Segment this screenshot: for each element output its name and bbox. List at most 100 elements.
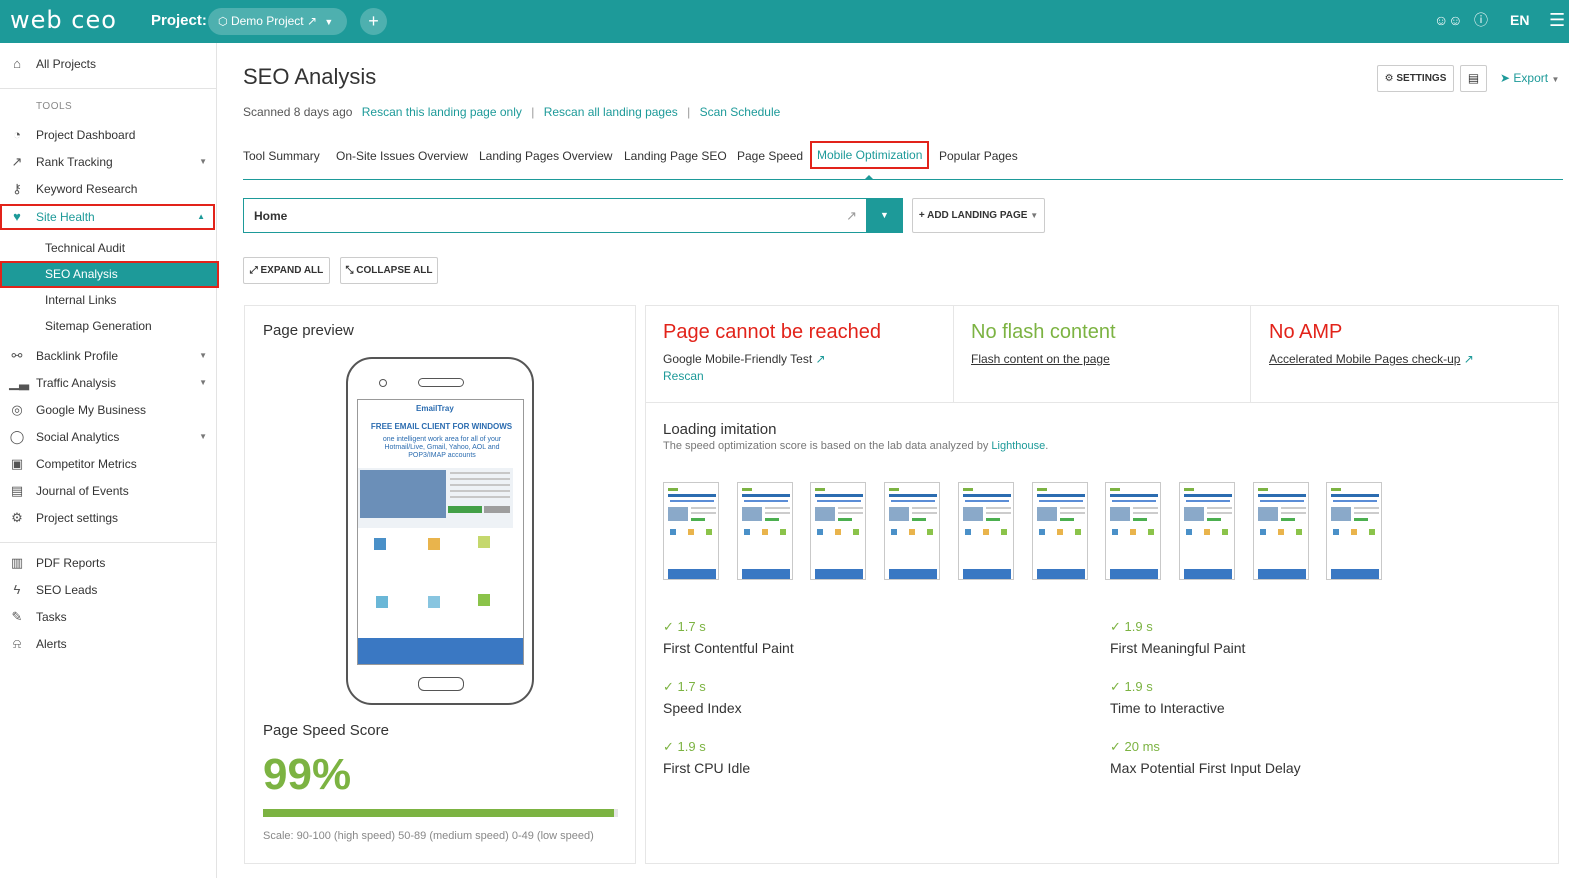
key-icon: ⚷ bbox=[12, 181, 22, 196]
sidebar-item-tasks[interactable]: ✎ Tasks bbox=[0, 604, 217, 630]
landing-page-value: Home bbox=[254, 209, 288, 223]
scan-schedule-link[interactable]: Scan Schedule bbox=[700, 105, 781, 119]
pin-icon: ◎ bbox=[11, 402, 23, 417]
sidebar-item-site-health[interactable]: ♥ Site Health ▲ bbox=[0, 204, 215, 230]
metric-tti-label: Time to Interactive bbox=[1110, 700, 1225, 716]
collapse-all-button[interactable]: ⤡ COLLAPSE ALL bbox=[340, 257, 438, 284]
logo[interactable]: web ceo bbox=[10, 6, 117, 34]
sidebar-item-all-projects[interactable]: ⌂ All Projects bbox=[0, 51, 217, 77]
lighthouse-link[interactable]: Lighthouse bbox=[991, 440, 1045, 452]
bell-icon: ⍾ bbox=[12, 636, 22, 651]
tab-popular-pages[interactable]: Popular Pages bbox=[939, 149, 1018, 163]
separator: | bbox=[687, 105, 691, 119]
scale-note: Scale: 90-100 (high speed) 50-89 (medium… bbox=[263, 830, 594, 842]
separator: | bbox=[531, 105, 535, 119]
add-landing-page-button[interactable]: + ADD LANDING PAGE ▼ bbox=[912, 198, 1045, 233]
sidebar: ⌂ All Projects TOOLS ◔ Project Dashboard… bbox=[0, 43, 219, 878]
metric-si-label: Speed Index bbox=[663, 700, 742, 716]
screen-cookie-banner bbox=[358, 638, 523, 664]
tab-landing-page-seo[interactable]: Landing Page SEO bbox=[624, 149, 727, 163]
screen-headline: FREE EMAIL CLIENT FOR WINDOWS bbox=[370, 422, 513, 431]
metric-tti-value: ✓︎ 1.9 s bbox=[1110, 679, 1153, 694]
sidebar-item-traffic-analysis[interactable]: ▁▃ Traffic Analysis ▼ bbox=[0, 370, 217, 396]
loading-frame-thumbnail bbox=[1105, 482, 1162, 580]
sidebar-subitem-internal-links[interactable]: Internal Links bbox=[0, 287, 217, 313]
screen-app-image bbox=[360, 470, 446, 518]
users-icon[interactable]: ☺☺ bbox=[1434, 0, 1463, 43]
sidebar-item-project-dashboard[interactable]: ◔ Project Dashboard bbox=[0, 122, 217, 148]
sidebar-item-backlink-profile[interactable]: ⚯ Backlink Profile ▼ bbox=[0, 343, 217, 369]
mobile-friendly-test-link[interactable]: Google Mobile-Friendly Test ↗ bbox=[663, 352, 826, 366]
metric-fcp-label: First Contentful Paint bbox=[663, 640, 794, 656]
sidebar-item-alerts[interactable]: ⍾ Alerts bbox=[0, 631, 217, 657]
sidebar-item-competitor-metrics[interactable]: ▣ Competitor Metrics bbox=[0, 451, 217, 477]
caret-down-icon: ▼ bbox=[1030, 211, 1039, 220]
sidebar-subitem-sitemap-generation[interactable]: Sitemap Generation bbox=[0, 313, 217, 339]
export-button[interactable]: ➤ Export ▼ bbox=[1500, 71, 1559, 85]
chevron-down-icon: ▼ bbox=[199, 351, 207, 360]
sidebar-subitem-seo-analysis[interactable]: SEO Analysis bbox=[0, 261, 219, 288]
phone-mockup: EmailTray FREE EMAIL CLIENT FOR WINDOWS … bbox=[346, 357, 534, 705]
page-speed-title: Page Speed Score bbox=[263, 722, 389, 739]
sidebar-subitem-technical-audit[interactable]: Technical Audit bbox=[0, 235, 217, 261]
dashboard-icon: ◔ bbox=[13, 127, 21, 142]
external-link-icon: ↗ bbox=[1463, 352, 1474, 366]
external-link-icon: ↗ bbox=[815, 352, 826, 366]
check-circle-icon: ✓︎ bbox=[663, 619, 674, 634]
tab-on-site-issues[interactable]: On-Site Issues Overview bbox=[336, 149, 468, 163]
bars-icon: ▁▃ bbox=[9, 375, 29, 390]
tab-landing-pages-overview[interactable]: Landing Pages Overview bbox=[479, 149, 612, 163]
sidebar-item-project-settings[interactable]: ⚙ Project settings bbox=[0, 505, 217, 531]
language-selector[interactable]: EN bbox=[1510, 0, 1529, 43]
expand-all-button[interactable]: ⤢ EXPAND ALL bbox=[243, 257, 330, 284]
chevron-down-icon: ▼ bbox=[199, 378, 207, 387]
gear-icon: ⚙ bbox=[1384, 73, 1394, 84]
caret-down-icon: ▼ bbox=[1551, 75, 1560, 84]
plus-icon: + bbox=[918, 210, 925, 221]
schedule-button[interactable]: ▤ bbox=[1460, 65, 1487, 92]
divider bbox=[0, 542, 217, 543]
amp-status: No AMP bbox=[1269, 321, 1343, 343]
rescan-link[interactable]: Rescan bbox=[663, 369, 704, 383]
project-selector[interactable]: ⬡ Demo Project ↗ ▼ bbox=[208, 8, 347, 35]
tools-heading: TOOLS bbox=[36, 101, 73, 112]
page-speed-bar-fill bbox=[263, 809, 615, 817]
amp-checkup-link[interactable]: Accelerated Mobile Pages check-up ↗ bbox=[1269, 352, 1474, 366]
tab-tool-summary[interactable]: Tool Summary bbox=[243, 149, 320, 163]
check-circle-icon: ✓︎ bbox=[1110, 739, 1121, 754]
metric-fid-value: ✓︎ 20 ms bbox=[1110, 739, 1160, 754]
landing-page-dropdown-button[interactable]: ▼ bbox=[866, 198, 903, 233]
menu-icon[interactable]: ☰ bbox=[1549, 0, 1565, 43]
tab-page-speed[interactable]: Page Speed bbox=[737, 149, 803, 163]
chevron-down-icon: ▼ bbox=[199, 432, 207, 441]
rescan-page-link[interactable]: Rescan this landing page only bbox=[362, 105, 522, 119]
sidebar-item-journal-of-events[interactable]: ▤ Journal of Events bbox=[0, 478, 217, 504]
sidebar-item-google-my-business[interactable]: ◎ Google My Business bbox=[0, 397, 217, 423]
scan-line: Scanned 8 days ago Rescan this landing p… bbox=[243, 105, 780, 119]
rescan-all-link[interactable]: Rescan all landing pages bbox=[544, 105, 678, 119]
sidebar-item-keyword-research[interactable]: ⚷ Keyword Research bbox=[0, 176, 217, 202]
project-name: Demo Project bbox=[230, 14, 304, 28]
external-link-icon[interactable]: ↗ bbox=[846, 208, 857, 224]
help-icon[interactable]: ⓘ bbox=[1474, 0, 1488, 43]
settings-button[interactable]: ⚙ SETTINGS bbox=[1377, 65, 1454, 92]
loading-imitation-panel bbox=[645, 402, 1559, 864]
calendar-icon: ▤ bbox=[10, 483, 24, 498]
sidebar-item-seo-leads[interactable]: ϟ SEO Leads bbox=[0, 577, 217, 603]
share-icon: ⬡ bbox=[218, 16, 228, 28]
sidebar-item-rank-tracking[interactable]: ↗ Rank Tracking ▼ bbox=[0, 149, 217, 175]
check-circle-icon: ✓︎ bbox=[663, 739, 674, 754]
add-project-button[interactable]: + bbox=[360, 8, 387, 35]
sidebar-item-social-analytics[interactable]: ◯ Social Analytics ▼ bbox=[0, 424, 217, 450]
send-icon: ➤ bbox=[1500, 71, 1511, 85]
loading-imitation-title: Loading imitation bbox=[663, 421, 777, 438]
gear-icon: ⚙ bbox=[11, 510, 23, 525]
sidebar-item-pdf-reports[interactable]: ▥ PDF Reports bbox=[0, 550, 217, 576]
project-label: Project: bbox=[151, 12, 207, 29]
flash-content-link[interactable]: Flash content on the page bbox=[971, 352, 1110, 366]
caret-down-icon: ▼ bbox=[324, 17, 334, 27]
loading-frame-thumbnail bbox=[736, 482, 793, 580]
landing-page-select[interactable]: Home ↗ bbox=[243, 198, 867, 233]
chat-icon: ◯ bbox=[9, 429, 25, 444]
tab-mobile-optimization[interactable]: Mobile Optimization bbox=[810, 141, 930, 169]
